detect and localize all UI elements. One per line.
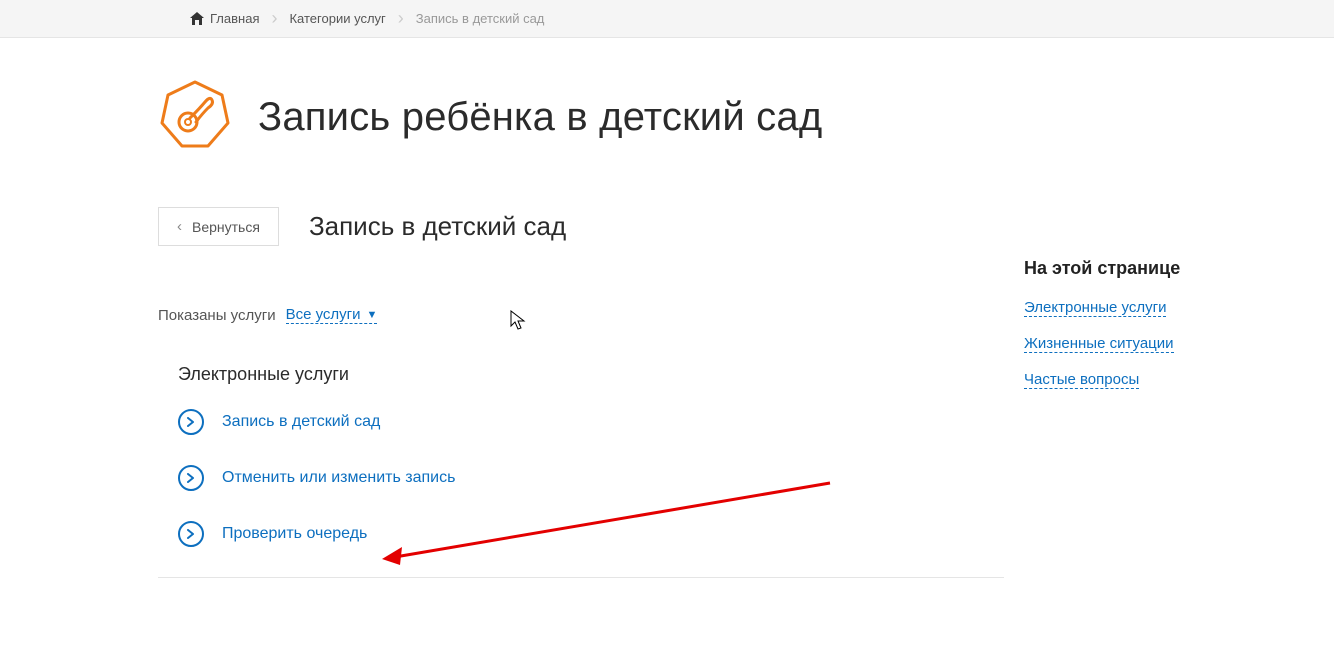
breadcrumb-categories-label: Категории услуг [289, 11, 385, 26]
back-button-label: Вернуться [192, 219, 260, 235]
breadcrumb-current: Запись в детский сад [406, 0, 555, 37]
sidebar-heading: На этой странице [1024, 258, 1264, 279]
services-filter: Показаны услуги Все услуги ▼ [158, 306, 1004, 324]
service-item-enroll[interactable]: Запись в детский сад [178, 409, 1004, 435]
service-link-label: Запись в детский сад [222, 413, 380, 431]
chevron-right-icon: › [398, 8, 404, 29]
page-header: Запись ребёнка в детский сад [158, 78, 1004, 157]
arrow-right-circle-icon [178, 465, 204, 491]
divider [158, 577, 1004, 578]
arrow-right-circle-icon [178, 409, 204, 435]
sidebar-link-situations[interactable]: Жизненные ситуации [1024, 335, 1174, 353]
breadcrumb-current-label: Запись в детский сад [416, 11, 545, 26]
service-item-cancel[interactable]: Отменить или изменить запись [178, 465, 1004, 491]
breadcrumb: Главная › Категории услуг › Запись в дет… [0, 0, 1334, 38]
service-link-label: Отменить или изменить запись [222, 469, 455, 487]
service-link-label: Проверить очередь [222, 525, 367, 543]
filter-value-label: Все услуги [286, 306, 361, 323]
chevron-down-icon: ▼ [367, 309, 378, 321]
sidebar-link-faq[interactable]: Частые вопросы [1024, 371, 1139, 389]
sub-title: Запись в детский сад [309, 211, 566, 242]
arrow-right-circle-icon [178, 521, 204, 547]
chevron-right-icon: › [271, 8, 277, 29]
pacifier-icon [158, 78, 232, 157]
sidebar-link-eservices[interactable]: Электронные услуги [1024, 299, 1166, 317]
service-list: Запись в детский сад Отменить или измени… [178, 409, 1004, 547]
filter-dropdown[interactable]: Все услуги ▼ [286, 306, 378, 324]
breadcrumb-home-label: Главная [210, 11, 259, 26]
breadcrumb-categories[interactable]: Категории услуг [279, 0, 395, 37]
back-button[interactable]: ‹ Вернуться [158, 207, 279, 246]
filter-label: Показаны услуги [158, 307, 276, 324]
section-heading: Электронные услуги [178, 364, 1004, 385]
page-nav-sidebar: На этой странице Электронные услуги Жизн… [1024, 78, 1264, 578]
service-item-check-queue[interactable]: Проверить очередь [178, 521, 1004, 547]
chevron-left-icon: ‹ [177, 218, 182, 235]
page-title: Запись ребёнка в детский сад [258, 95, 822, 140]
breadcrumb-home[interactable]: Главная [180, 0, 269, 37]
home-icon [190, 12, 204, 25]
